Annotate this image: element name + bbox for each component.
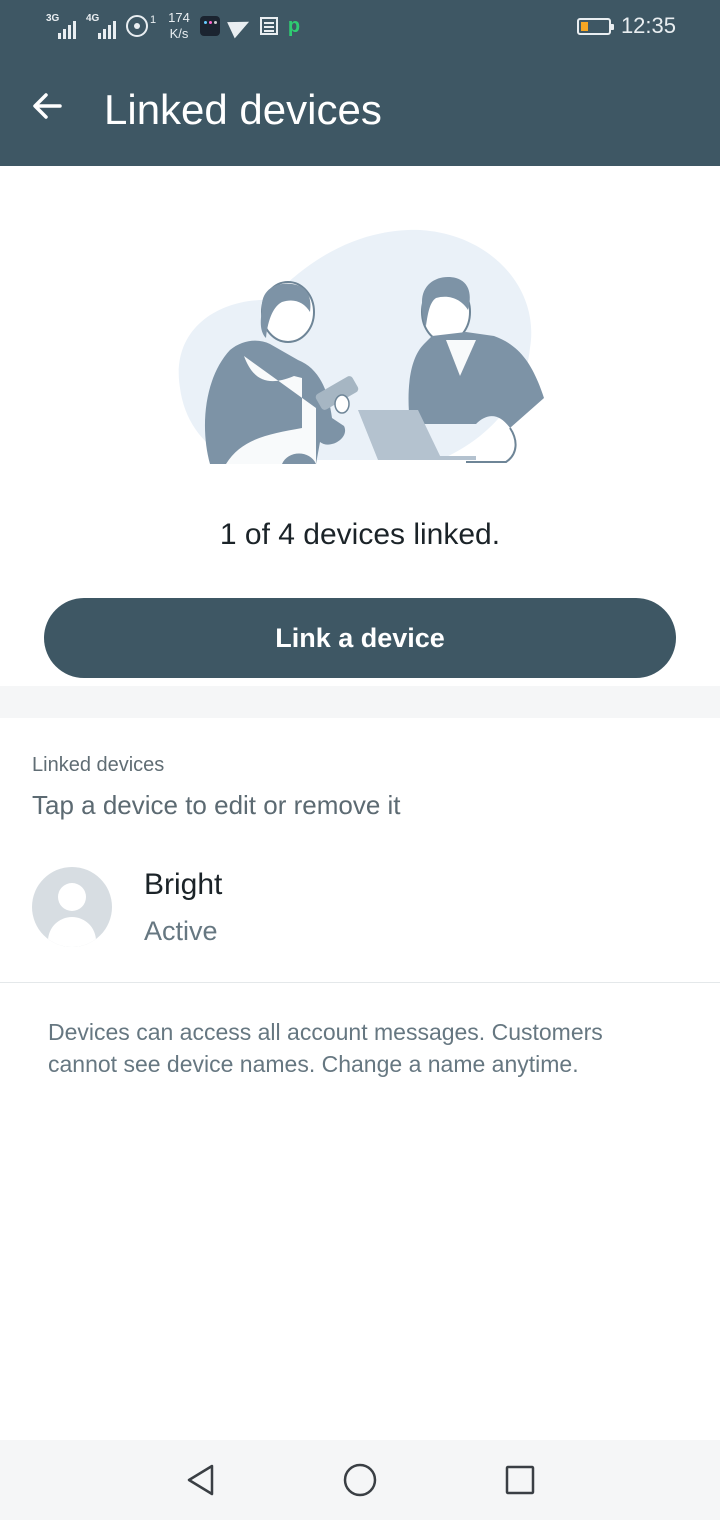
- footer-note: Devices can access all account messages.…: [48, 1019, 603, 1077]
- device-list-item[interactable]: Bright Active: [0, 850, 720, 982]
- link-a-device-button[interactable]: Link a device: [44, 598, 676, 678]
- page-title: Linked devices: [104, 86, 382, 133]
- app-bar: Linked devices: [0, 56, 720, 166]
- speed-unit: K/s: [169, 26, 189, 41]
- app-icon: [199, 16, 220, 36]
- section-label: Linked devices: [32, 754, 165, 776]
- section-divider: [0, 686, 720, 718]
- linked-count-text: 1 of 4 devices linked.: [219, 518, 501, 551]
- p-icon: p: [287, 15, 301, 37]
- arrow-back-icon: [33, 93, 62, 119]
- network-speed: 174 K/s: [168, 10, 190, 42]
- person-body-icon: [48, 917, 96, 947]
- status-bar: 3G 4G 1 174 K/s p 12:35: [0, 0, 720, 56]
- hotspot-icon: [126, 15, 148, 37]
- linked-devices-illustration: [178, 229, 544, 464]
- signal-icon: 4G: [86, 13, 116, 39]
- status-right: 12:35: [576, 13, 676, 39]
- status-left: 3G 4G 1 174 K/s p: [46, 10, 300, 42]
- back-triangle-icon[interactable]: [184, 1463, 218, 1497]
- avatar: [32, 867, 112, 947]
- home-circle-icon[interactable]: [342, 1462, 378, 1498]
- signal-icon: 3G: [46, 13, 76, 39]
- hotspot-count: 1: [150, 14, 157, 26]
- news-icon: [259, 17, 278, 35]
- speed-value: 174: [168, 10, 190, 25]
- telegram-icon: [226, 13, 253, 39]
- row-divider: [0, 982, 720, 983]
- section-hint: Tap a device to edit or remove it: [32, 790, 401, 820]
- battery-icon: [576, 17, 614, 35]
- back-button[interactable]: [26, 84, 70, 128]
- device-name: Bright: [144, 868, 223, 901]
- clock: 12:35: [620, 13, 676, 38]
- device-status: Active: [144, 916, 218, 946]
- recent-square-icon[interactable]: [505, 1465, 535, 1495]
- person-head-icon: [58, 883, 86, 911]
